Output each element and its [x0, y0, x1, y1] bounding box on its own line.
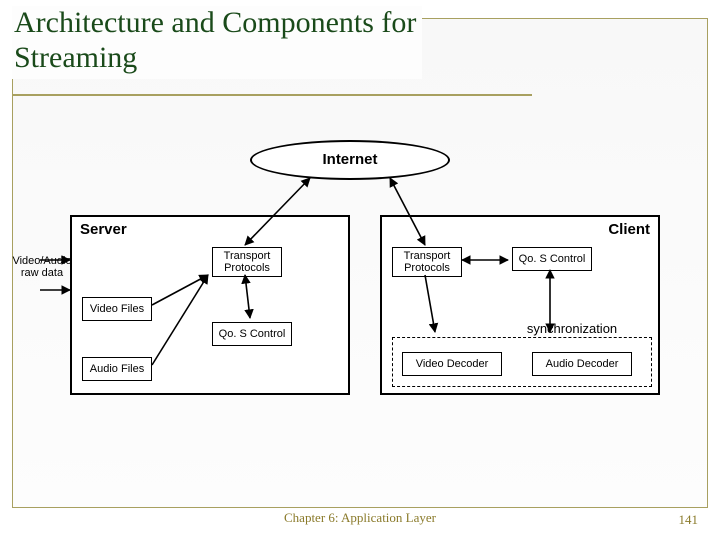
architecture-diagram: Internet Server Video Files Audio Files … — [40, 140, 660, 420]
internet-node: Internet — [250, 140, 450, 180]
client-box: Client Transport Protocols Qo. S Control… — [380, 215, 660, 395]
raw-data-label-l2: raw data — [21, 267, 63, 279]
slide-title-line-2: Streaming — [14, 41, 416, 76]
client-transport-box: Transport Protocols — [392, 247, 462, 277]
audio-files-box: Audio Files — [82, 357, 152, 381]
slide-title-line-1: Architecture and Components for — [14, 6, 416, 41]
title-underline — [12, 94, 532, 96]
title-box: Architecture and Components for Streamin… — [12, 6, 422, 79]
raw-data-label-l1: Video/Audio — [12, 255, 71, 267]
client-title: Client — [608, 221, 650, 238]
client-qos-box: Qo. S Control — [512, 247, 592, 271]
server-qos-box: Qo. S Control — [212, 322, 292, 346]
server-transport-box: Transport Protocols — [212, 247, 282, 277]
raw-data-label: Video/Audio raw data — [12, 255, 72, 279]
page-number: 141 — [679, 512, 699, 528]
video-decoder-box: Video Decoder — [402, 352, 502, 376]
audio-decoder-box: Audio Decoder — [532, 352, 632, 376]
footer-text: Chapter 6: Application Layer — [0, 510, 720, 526]
video-files-box: Video Files — [82, 297, 152, 321]
server-box: Server Video Files Audio Files Transport… — [70, 215, 350, 395]
server-title: Server — [80, 221, 127, 238]
sync-label: synchronization — [512, 322, 632, 336]
